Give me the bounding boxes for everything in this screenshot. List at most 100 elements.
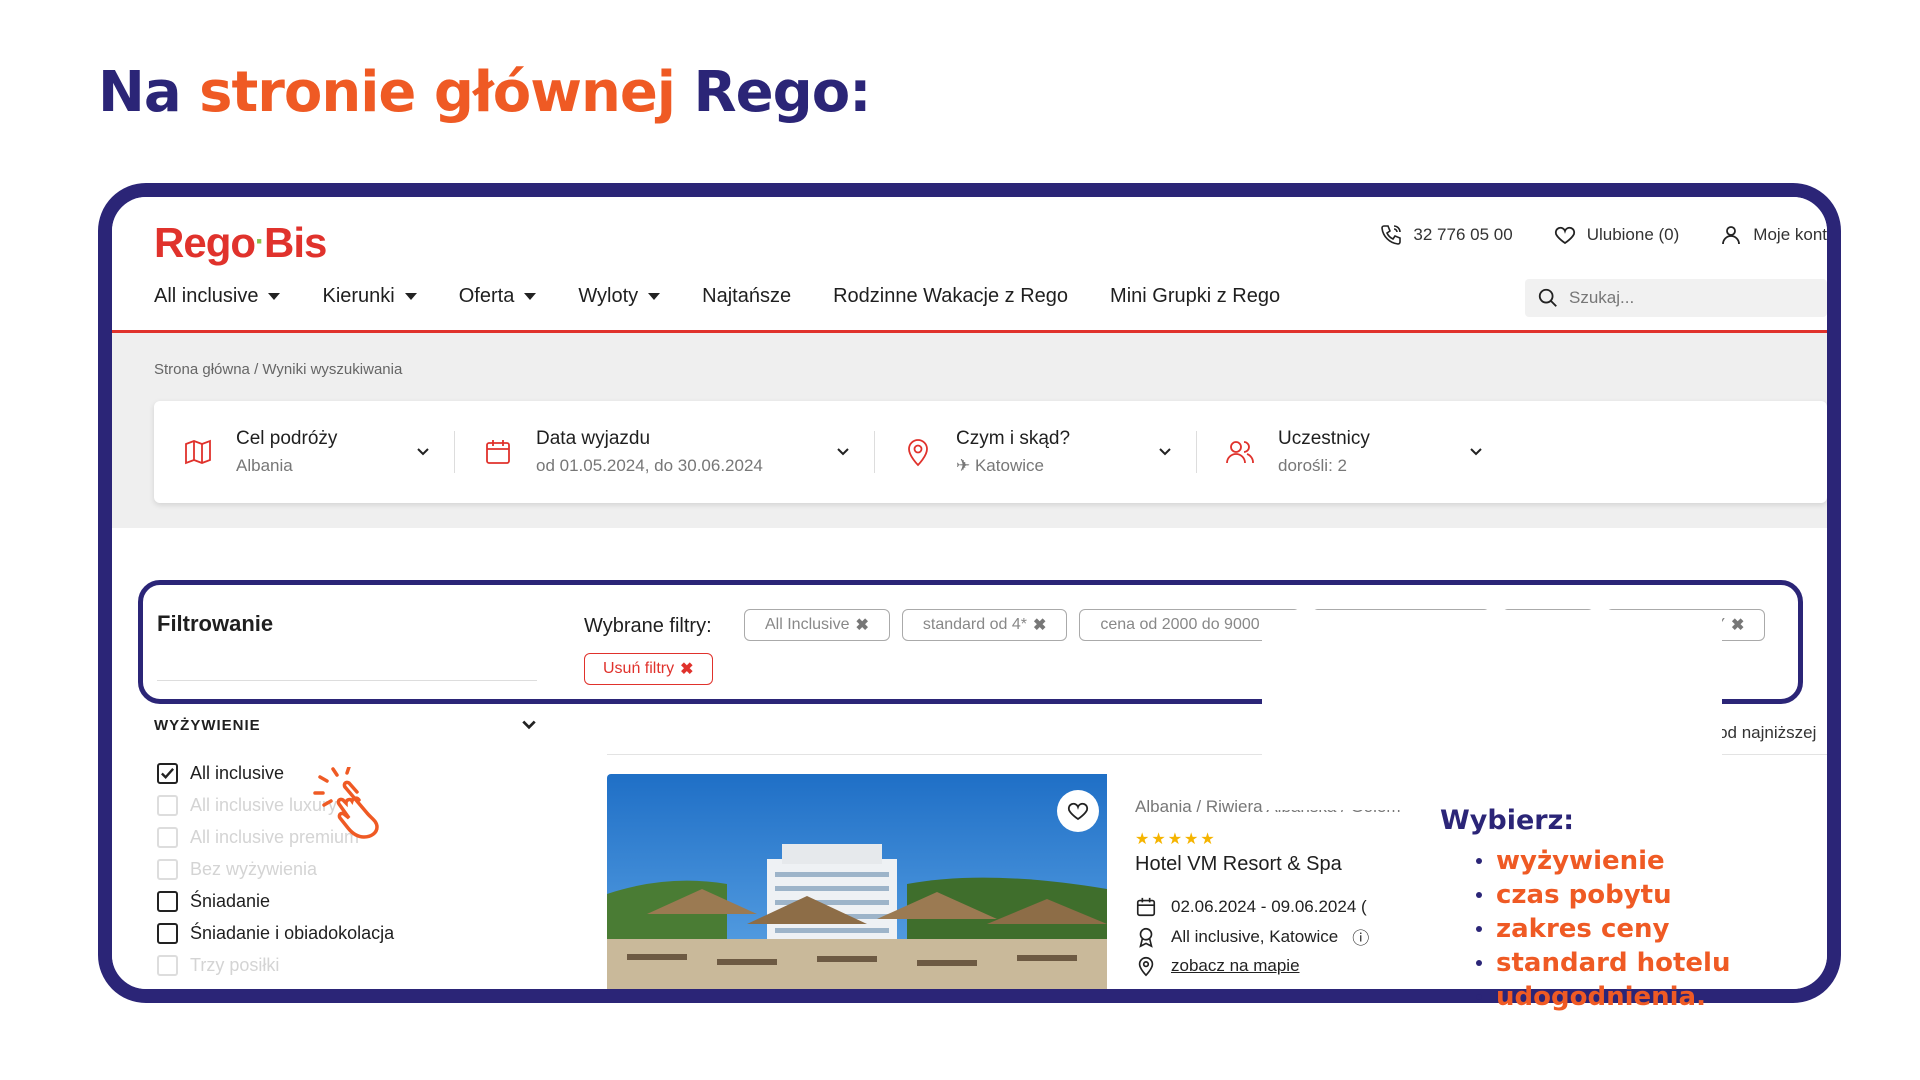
favorites-link[interactable]: Ulubione (0) <box>1553 223 1680 247</box>
checkbox[interactable] <box>157 762 178 784</box>
nav-item-label: Mini Grupki z Rego <box>1110 285 1281 307</box>
breadcrumb[interactable]: Strona główna / Wyniki wyszukiwania <box>154 361 402 378</box>
checkbox[interactable] <box>157 954 178 976</box>
nav-item-3[interactable]: Oferta <box>459 285 537 308</box>
annotation-item-text: czas pobytu <box>1496 880 1672 910</box>
checkbox[interactable] <box>157 922 178 944</box>
checkmark-icon <box>161 767 175 779</box>
search-panel: Cel podróży Albania Data wyjazdu od 01.0… <box>154 401 1827 503</box>
logo-text-right: Bis <box>264 219 327 266</box>
search-section: Strona główna / Wyniki wyszukiwania Cel … <box>112 333 1827 528</box>
search-input[interactable]: Szukaj... <box>1525 279 1827 317</box>
transport-label: Czym i skąd? <box>956 428 1071 449</box>
boarding-option-label: All inclusive <box>190 762 285 783</box>
transport-value: Katowice <box>974 456 1044 475</box>
nav-item-label: Oferta <box>458 285 515 307</box>
hotel-name[interactable]: Hotel VM Resort & Spa <box>1135 853 1400 876</box>
annotation-list: wyżywienie czas pobytu zakres ceny standard… <box>1440 846 1730 1012</box>
map-link[interactable]: zobacz na mapie <box>1171 956 1300 976</box>
annotation-item-text: udogodnienia. <box>1496 982 1706 1012</box>
destination-label: Cel podróży <box>236 428 338 449</box>
nav-item-5[interactable]: Najtańsze <box>702 285 791 308</box>
nav-item-label: Kierunki <box>322 285 395 307</box>
chosen-filters-label: Wybrane filtry: <box>584 615 712 637</box>
hotel-dates: 02.06.2024 - 09.06.2024 ( <box>1171 897 1367 916</box>
boarding-heading: WYŻYWIENIE <box>154 717 261 734</box>
transport-value-row: ✈ Katowice <box>956 456 1070 476</box>
annotation-item: standard hotelu <box>1440 948 1730 978</box>
hotel-photo[interactable] <box>607 774 1107 989</box>
annotation-item-text: zakres ceny <box>1496 914 1670 944</box>
filter-chip-label: standard od 4* <box>922 616 1027 633</box>
main-nav: All inclusive Kierunki Oferta Wyloty Najtańs… <box>154 285 1280 308</box>
hotel-card-info: Albania / Riwiera Albańska / Golem ★★★★★… <box>1135 797 1400 977</box>
hotel-board: All inclusive, Katowice <box>1171 926 1339 946</box>
boarding-option[interactable]: Śniadanie <box>157 890 394 912</box>
boarding-option[interactable]: Śniadanie i obiadokolacja <box>157 922 394 944</box>
transport-field[interactable]: Czym i skąd? ✈ Katowice <box>874 401 1196 503</box>
boarding-option[interactable]: Trzy posiłki <box>157 954 394 976</box>
phone-number: 32 776 05 00 <box>1413 225 1513 244</box>
annotation-item: czas pobytu <box>1440 880 1730 910</box>
slide-title-suffix: Rego: <box>693 60 872 125</box>
nav-item-4[interactable]: Wyloty <box>578 285 661 308</box>
hotel-board-row: All inclusive, Katowice ⓘ <box>1135 924 1400 949</box>
nav-item-label: All inclusive <box>154 285 259 307</box>
date-label: Data wyjazdu <box>536 428 651 449</box>
slide-title-accent: stronie głównej <box>199 60 676 125</box>
nav-item-label: Najtańsze <box>702 285 792 307</box>
chevron-down-icon <box>417 448 429 456</box>
filter-chip[interactable]: standard od 4* ✖ <box>901 609 1068 641</box>
boarding-option-label: Bez wyżywienia <box>190 858 318 879</box>
rego-bis-logo[interactable]: Rego·Bis <box>154 219 327 267</box>
filter-chip-label: cena od 2000 do 9000 <box>1100 616 1260 633</box>
account-label: Moje kont <box>1753 225 1827 244</box>
favorites-label: Ulubione (0) <box>1586 225 1680 244</box>
filter-chip[interactable]: All Inclusive ✖ <box>744 609 890 641</box>
phone-link[interactable]: 32 776 05 00 <box>1379 223 1513 247</box>
calendar-icon <box>486 440 510 464</box>
destination-value: Albania <box>236 456 293 475</box>
boarding-option[interactable]: Bez wyżywienia <box>157 858 394 880</box>
nav-item-7[interactable]: Mini Grupki z Rego <box>1110 285 1280 308</box>
annotation-item-text: wyżywienie <box>1496 846 1665 876</box>
heart-icon <box>1554 226 1575 245</box>
user-icon <box>1722 226 1741 245</box>
participants-label: Uczestnicy <box>1278 428 1370 449</box>
nav-item-1[interactable]: All inclusive <box>154 285 281 308</box>
caret-down-icon <box>524 293 537 300</box>
chevron-down-icon <box>522 720 536 730</box>
top-bar: 32 776 05 00 Ulubione (0) Moje kont <box>1379 223 1827 247</box>
info-icon[interactable]: ⓘ <box>1352 924 1369 949</box>
checkbox[interactable] <box>157 794 178 816</box>
nav-item-label: Wyloty <box>578 285 639 307</box>
pointing-hand-icon <box>313 767 379 839</box>
hotel-map-row: zobacz na mapie <box>1135 955 1400 977</box>
logo-dot: · <box>255 225 265 258</box>
participants-value: dorośli: 2 <box>1278 456 1347 475</box>
favorite-button[interactable] <box>1057 790 1099 832</box>
map-icon <box>185 439 211 465</box>
phone-icon <box>1381 225 1402 245</box>
caret-down-icon <box>268 293 281 300</box>
participants-field[interactable]: Uczestnicy dorośli: 2 <box>1196 401 1507 503</box>
close-icon[interactable]: ✖ <box>855 615 868 635</box>
checkbox[interactable] <box>157 826 178 848</box>
award-icon <box>1139 927 1153 948</box>
date-field[interactable]: Data wyjazdu od 01.05.2024, do 30.06.202… <box>454 401 874 503</box>
nav-item-2[interactable]: Kierunki <box>322 285 417 308</box>
slide-title: Na stronie głównej Rego: <box>98 60 872 125</box>
account-link[interactable]: Moje kont <box>1719 223 1827 247</box>
hotel-dates-row: 02.06.2024 - 09.06.2024 ( <box>1135 896 1400 918</box>
checkbox[interactable] <box>157 858 178 880</box>
annotation-item: wyżywienie <box>1440 846 1730 876</box>
remove-filters-button[interactable]: Usuń filtry ✖ <box>584 653 713 685</box>
checkbox[interactable] <box>157 890 178 912</box>
nav-item-6[interactable]: Rodzinne Wakacje z Rego <box>833 285 1068 308</box>
close-icon[interactable]: ✖ <box>1033 615 1046 635</box>
destination-field[interactable]: Cel podróży Albania <box>154 401 454 503</box>
close-icon[interactable]: ✖ <box>1731 615 1744 635</box>
boarding-section-toggle[interactable]: WYŻYWIENIE <box>154 717 537 734</box>
caret-down-icon <box>404 293 417 300</box>
filter-divider <box>157 680 537 681</box>
